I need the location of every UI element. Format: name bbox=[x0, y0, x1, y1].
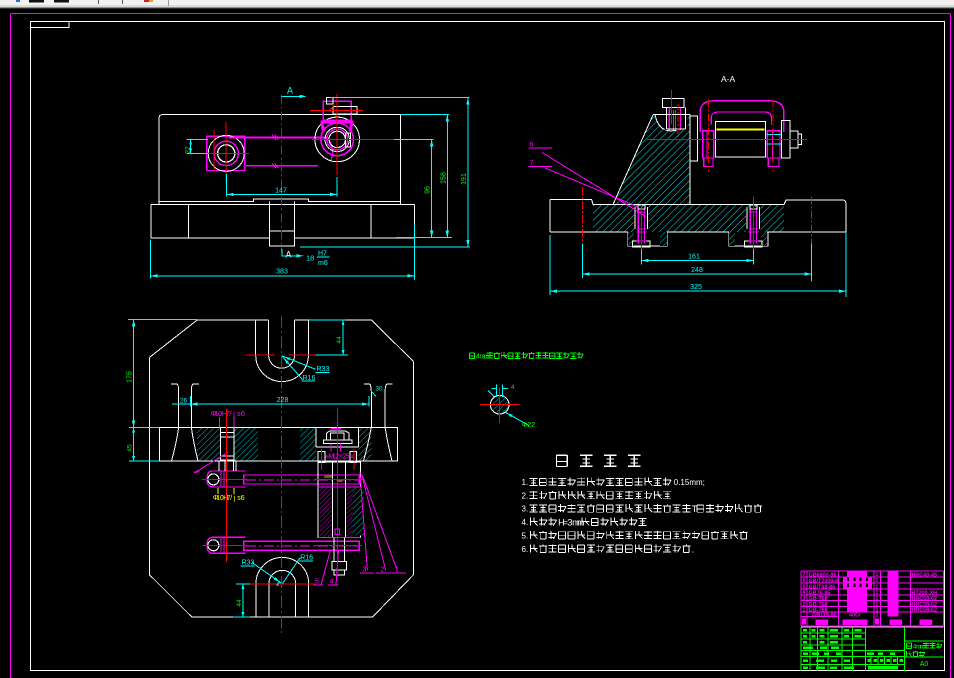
svg-text:6: 6 bbox=[530, 142, 534, 149]
svg-text:A0: A0 bbox=[920, 661, 929, 668]
svg-text:30: 30 bbox=[375, 386, 383, 393]
svg-text:175: 175 bbox=[127, 371, 134, 383]
svg-text:m6: m6 bbox=[318, 260, 328, 267]
svg-text:191: 191 bbox=[461, 173, 468, 185]
svg-text:6: 6 bbox=[803, 578, 806, 584]
svg-text:A-A: A-A bbox=[721, 74, 736, 84]
svg-text:7: 7 bbox=[530, 160, 534, 167]
svg-text:44: 44 bbox=[336, 336, 343, 344]
svg-text:4: 4 bbox=[330, 579, 334, 586]
svg-text:40Cr: 40Cr bbox=[849, 612, 862, 618]
svg-text:/: / bbox=[230, 495, 232, 502]
svg-text:6: 6 bbox=[241, 409, 245, 418]
svg-text:3.: 3. bbox=[522, 505, 529, 514]
svg-text:0.15mm;: 0.15mm; bbox=[674, 478, 705, 487]
svg-text:161: 161 bbox=[688, 253, 700, 260]
svg-text:A: A bbox=[287, 86, 293, 96]
svg-text:3: 3 bbox=[363, 567, 367, 574]
svg-text:2.: 2. bbox=[522, 491, 529, 500]
svg-text:5: 5 bbox=[315, 579, 319, 586]
svg-text:Φ22: Φ22 bbox=[522, 422, 535, 429]
svg-text:1: 1 bbox=[876, 578, 879, 584]
svg-text:158: 158 bbox=[440, 172, 447, 184]
svg-text:325: 325 bbox=[690, 284, 702, 291]
svg-text:26: 26 bbox=[180, 397, 188, 404]
svg-text:5.: 5. bbox=[522, 531, 529, 540]
svg-text:.: . bbox=[692, 544, 695, 554]
svg-text:≡: ≡ bbox=[349, 454, 353, 461]
svg-text:1: 1 bbox=[395, 567, 399, 574]
svg-text:Т: Т bbox=[692, 504, 698, 514]
svg-text:228: 228 bbox=[277, 397, 289, 404]
svg-text:m: m bbox=[577, 518, 585, 528]
svg-text:383: 383 bbox=[276, 269, 288, 276]
svg-text:2: 2 bbox=[381, 567, 385, 574]
svg-text:45: 45 bbox=[127, 444, 134, 452]
svg-text:1: 1 bbox=[803, 608, 806, 614]
svg-text:147: 147 bbox=[275, 187, 287, 194]
svg-text:m: m bbox=[483, 352, 489, 360]
svg-text:2: 2 bbox=[876, 612, 879, 618]
svg-text:A: A bbox=[286, 250, 292, 260]
svg-text:6.: 6. bbox=[522, 545, 529, 554]
svg-text:4.: 4. bbox=[522, 518, 529, 527]
svg-text:96: 96 bbox=[425, 186, 432, 194]
svg-text:m: m bbox=[920, 643, 926, 650]
svg-text:GB/T7000-8: GB/T7000-8 bbox=[809, 578, 839, 584]
svg-text:18: 18 bbox=[306, 253, 314, 262]
svg-text:GB119-86: GB119-86 bbox=[812, 612, 837, 618]
svg-text:248: 248 bbox=[691, 267, 703, 274]
svg-text:HRC40-45: HRC40-45 bbox=[912, 572, 937, 578]
svg-text:6: 6 bbox=[241, 495, 245, 502]
svg-text:HRC58-62: HRC58-62 bbox=[912, 608, 937, 614]
svg-text:44: 44 bbox=[236, 599, 243, 607]
svg-text:22: 22 bbox=[185, 146, 192, 154]
svg-text:1.: 1. bbox=[522, 478, 529, 487]
